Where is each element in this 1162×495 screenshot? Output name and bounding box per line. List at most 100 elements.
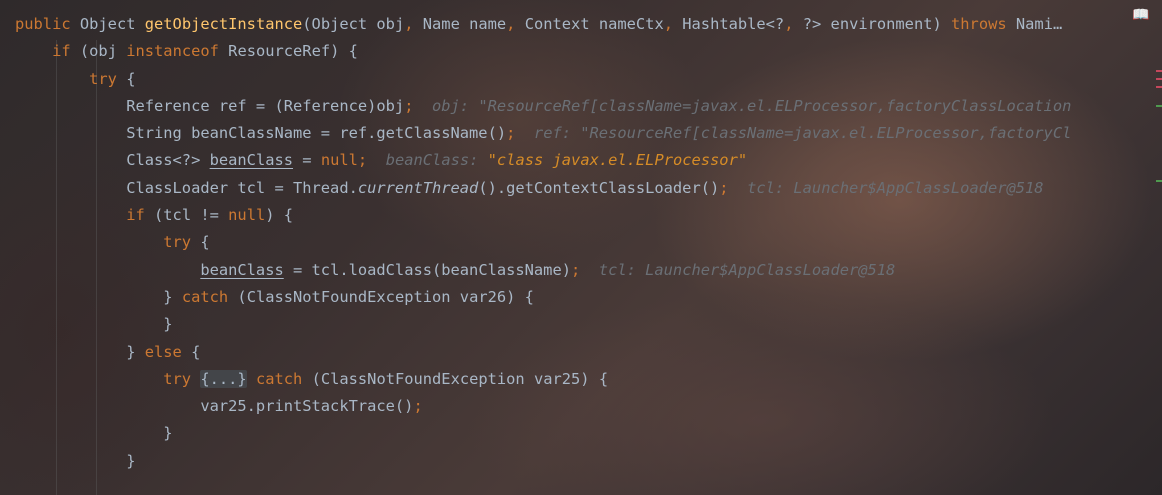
code-line[interactable]: try { (15, 229, 1071, 256)
code-line[interactable]: beanClass = tcl.loadClass(beanClassName)… (15, 257, 1071, 284)
error-marker[interactable] (1156, 78, 1162, 80)
code-token: try (163, 233, 201, 252)
code-editor[interactable]: public Object getObjectInstance(Object o… (15, 11, 1071, 475)
code-line[interactable]: } (15, 420, 1071, 447)
code-token: Class<?> (126, 151, 210, 170)
code-token: ; (357, 151, 386, 170)
code-line[interactable]: } else { (15, 339, 1071, 366)
code-token: = (293, 151, 321, 170)
code-token: ; (570, 260, 599, 279)
code-token: try (163, 369, 201, 388)
inline-debug-hint: "class javax.el.ELProcessor" (487, 151, 748, 170)
code-token: if (52, 42, 80, 61)
code-token: catch (255, 369, 312, 388)
code-token: (Object obj (302, 15, 405, 33)
code-line[interactable]: try {...} catch (ClassNotFoundException … (15, 366, 1071, 393)
code-token: , (663, 15, 683, 33)
code-token: try (89, 69, 127, 88)
code-token: null (228, 206, 266, 225)
code-token: ?> environment) (802, 15, 952, 33)
error-marker[interactable] (1156, 86, 1162, 88)
code-token: , (404, 15, 423, 33)
code-token: (obj (79, 42, 127, 61)
code-token: ) { (265, 206, 294, 225)
code-token: ClassLoader tcl = Thread. (126, 178, 358, 197)
code-token: { (126, 69, 136, 88)
code-token: String beanClassName = ref.getClassName(… (126, 124, 507, 143)
code-token: ; (404, 96, 432, 115)
code-token: Object (79, 15, 145, 33)
code-line[interactable]: Class<?> beanClass = null; beanClass: "c… (15, 147, 1071, 174)
code-line[interactable]: try { (15, 66, 1071, 93)
error-marker[interactable] (1156, 70, 1162, 72)
change-marker[interactable] (1156, 180, 1162, 182)
code-token: Nami… (1015, 15, 1063, 33)
inline-debug-hint: obj: "ResourceRef[className=javax.el.ELP… (432, 96, 1072, 115)
code-token: currentThread (357, 178, 479, 197)
code-token: else (144, 342, 192, 361)
code-line[interactable]: Reference ref = (Reference)obj; obj: "Re… (15, 93, 1071, 120)
code-line[interactable]: } catch (ClassNotFoundException var26) { (15, 284, 1071, 311)
code-line[interactable]: String beanClassName = ref.getClassName(… (15, 120, 1071, 147)
change-marker[interactable] (1156, 105, 1162, 107)
code-token: if (126, 206, 155, 225)
code-token: Reference ref = (Reference)obj (126, 96, 405, 115)
code-token: } (163, 424, 173, 443)
code-token: ; (506, 124, 534, 143)
code-token: ResourceRef) { (228, 42, 358, 61)
code-token: var25.printStackTrace() (200, 397, 414, 416)
code-token: { (191, 342, 201, 361)
code-token: instanceof (126, 42, 229, 61)
code-token: getObjectInstance (144, 15, 303, 33)
code-line[interactable]: var25.printStackTrace(); (15, 393, 1071, 420)
code-token: beanClass (200, 260, 284, 279)
code-token: ().getContextClassLoader() (478, 178, 720, 197)
code-token: (tcl != (154, 206, 229, 225)
code-token: } (126, 451, 136, 470)
code-token: catch (181, 287, 238, 306)
code-token: ; (413, 397, 423, 416)
editor-scrollbar-markers[interactable] (1156, 60, 1162, 190)
code-token: Hashtable<? (682, 15, 785, 33)
code-token: Context nameCtx (524, 15, 664, 33)
code-token: Name name (422, 15, 507, 33)
code-token: } (126, 342, 145, 361)
code-token: { (200, 233, 210, 252)
code-token: ; (719, 178, 748, 197)
code-token: throws (951, 15, 1016, 33)
code-token: (ClassNotFoundException var25) { (311, 369, 609, 388)
code-line[interactable]: } (15, 448, 1071, 475)
code-token: } (163, 287, 182, 306)
code-token: , (784, 15, 803, 33)
code-token: beanClass (209, 151, 294, 170)
code-token: (ClassNotFoundException var26) { (237, 287, 534, 306)
code-line[interactable]: } (15, 311, 1071, 338)
inline-debug-hint: ref: "ResourceRef[className=javax.el.ELP… (533, 124, 1072, 143)
code-line[interactable]: if (tcl != null) { (15, 202, 1071, 229)
code-line[interactable]: if (obj instanceof ResourceRef) { (15, 38, 1071, 65)
code-line[interactable]: ClassLoader tcl = Thread.currentThread()… (15, 175, 1071, 202)
code-token: null (320, 151, 358, 170)
code-token: , (506, 15, 525, 33)
inline-debug-hint: tcl: Launcher$AppClassLoader@518 (598, 260, 896, 279)
reader-mode-book-icon[interactable]: 📖 (1132, 8, 1150, 22)
code-token: } (163, 315, 173, 334)
code-line[interactable]: public Object getObjectInstance(Object o… (15, 11, 1071, 38)
